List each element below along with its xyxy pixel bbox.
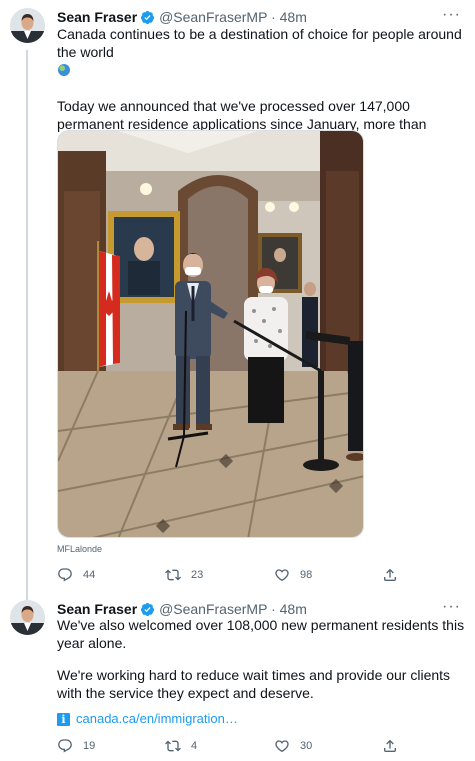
author-name[interactable]: Sean Fraser [57,9,137,25]
tweet-paragraph-1: Canada continues to be a destination of … [57,26,462,60]
avatar-image [10,8,45,43]
globe-emoji-icon [58,64,70,76]
tweet-photo[interactable] [57,130,364,538]
reply-button[interactable]: 44 [57,566,95,584]
press-conference-photo [58,131,363,537]
link-text[interactable]: canada.ca/en/immigration… [76,712,238,726]
tweet-timestamp[interactable]: 48m [280,601,307,617]
author-handle[interactable]: @SeanFraserMP [159,601,267,617]
tweet-actions: 19 4 30 [57,737,457,755]
retweet-count: 4 [191,740,198,752]
like-button[interactable]: 98 [274,566,312,584]
retweet-button[interactable]: 23 [165,566,203,584]
like-count: 30 [300,740,313,752]
tweet-paragraph: Canada continues to be a destination of … [57,25,467,79]
share-button[interactable] [382,737,398,755]
retweet-count: 23 [191,569,204,581]
thread-line [26,50,28,600]
more-icon[interactable]: ··· [442,598,461,616]
retweet-icon [165,569,181,581]
reply-count: 44 [83,569,96,581]
like-icon [275,740,289,753]
avatar[interactable] [10,600,45,635]
tweet-text: We've also welcomed over 108,000 new per… [57,616,467,702]
more-icon[interactable]: ··· [442,6,461,24]
tweet-link[interactable]: i canada.ca/en/immigration… [57,712,238,726]
tweet-1[interactable]: Sean Fraser @SeanFraserMP · 48m ··· Cana… [0,0,475,600]
tweet-actions: 44 23 98 [57,566,457,584]
tweet-header: Sean Fraser @SeanFraserMP · 48m [57,8,307,26]
tweet-2[interactable]: Sean Fraser @SeanFraserMP · 48m ··· We'v… [0,592,475,761]
share-icon [384,568,396,581]
tweet-paragraph-2: We're working hard to reduce wait times … [57,667,451,701]
share-icon [384,739,396,752]
media-credit[interactable]: MFLalonde [57,544,102,554]
avatar[interactable] [10,8,45,43]
tweet-paragraph-1: We've also welcomed over 108,000 new per… [57,617,465,651]
author-handle[interactable]: @SeanFraserMP [159,9,267,25]
info-icon: i [57,712,70,726]
reply-button[interactable]: 19 [57,737,95,755]
share-button[interactable] [382,566,398,584]
reply-icon [58,739,72,753]
separator-dot: · [271,9,276,25]
retweet-icon [165,740,181,752]
avatar-image [10,600,45,635]
separator-dot: · [271,601,276,617]
reply-icon [58,568,72,582]
author-name[interactable]: Sean Fraser [57,601,137,617]
like-button[interactable]: 30 [274,737,312,755]
tweet-timestamp[interactable]: 48m [280,9,307,25]
reply-count: 19 [83,740,96,752]
like-icon [275,569,289,582]
like-count: 98 [300,569,313,581]
retweet-button[interactable]: 4 [165,737,197,755]
